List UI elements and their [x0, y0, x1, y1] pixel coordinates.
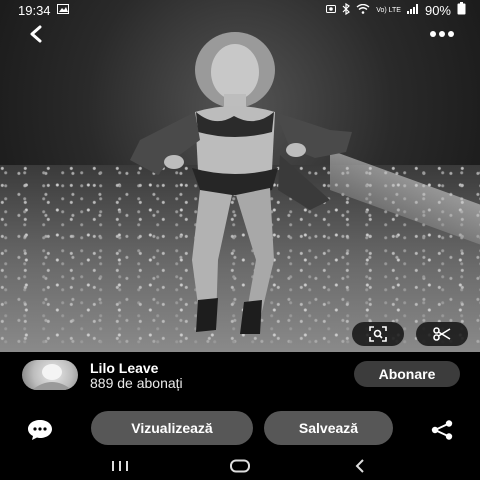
creator-followers: 889 de abonați [90, 375, 183, 391]
signal-icon [406, 3, 419, 17]
recents-icon [112, 461, 128, 471]
screenshot-icon [326, 4, 337, 17]
model-figure [130, 32, 352, 334]
cut-button[interactable] [416, 322, 468, 346]
comment-button[interactable] [26, 418, 54, 442]
share-icon [431, 420, 453, 440]
status-bar-left: 19:34 [18, 3, 69, 18]
pin-photo[interactable] [0, 0, 480, 352]
recents-button[interactable] [100, 454, 140, 478]
back-icon [355, 459, 364, 473]
visual-search-icon [369, 326, 387, 342]
bluetooth-icon [342, 2, 351, 18]
home-button[interactable] [220, 454, 260, 478]
network-type: Vo) LTE [376, 6, 401, 14]
back-button[interactable] [24, 22, 48, 46]
comment-bubble-icon [28, 420, 52, 440]
status-bar-right: Vo) LTE 90% [326, 2, 466, 18]
chevron-left-icon [30, 25, 42, 43]
battery-percent: 90% [424, 2, 451, 18]
view-button[interactable]: Vizualizează [91, 411, 253, 445]
share-button[interactable] [428, 418, 456, 442]
creator-name[interactable]: Lilo Leave [90, 360, 158, 376]
avatar[interactable] [22, 360, 78, 390]
back-nav-button[interactable] [340, 454, 380, 478]
battery-icon [457, 2, 466, 18]
cut-scissors-icon [433, 327, 451, 341]
creator-row: Lilo Leave 889 de abonați Abonare [0, 356, 480, 396]
status-bar: 19:34 Vo) LTE 90% [0, 0, 480, 20]
visual-search-button[interactable] [352, 322, 404, 346]
save-button[interactable]: Salvează [264, 411, 393, 445]
gallery-notification-icon [56, 3, 69, 17]
status-time: 19:34 [18, 2, 51, 18]
home-icon [230, 459, 250, 473]
avatar-image [32, 364, 72, 390]
system-nav-bar [0, 452, 480, 480]
more-horizontal-icon [430, 31, 454, 37]
wifi-icon [356, 3, 370, 17]
more-options-button[interactable] [428, 24, 456, 44]
follow-button[interactable]: Abonare [354, 361, 460, 387]
